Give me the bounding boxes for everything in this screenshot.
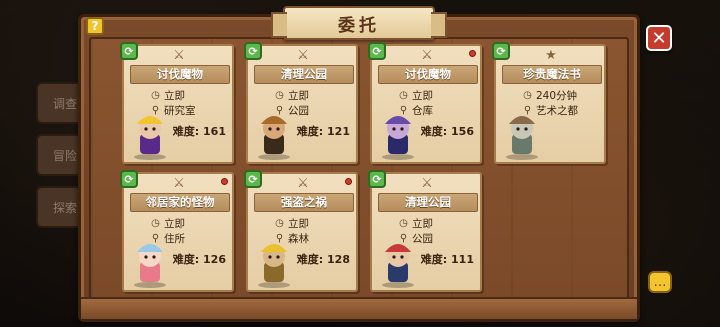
- difficulty-value: 111: [451, 253, 474, 266]
- difficulty-value: 128: [327, 253, 350, 266]
- time-value: 立即: [164, 218, 185, 230]
- commission-name: 珍贵魔法书: [502, 65, 602, 84]
- difficulty-label: 难度:: [420, 125, 448, 138]
- clock-icon: ◷: [151, 218, 160, 229]
- difficulty: 难度: 121: [297, 123, 350, 139]
- commission-time: ◷ 立即: [398, 216, 433, 231]
- page-title: 委托: [338, 15, 380, 36]
- commission-time: ◷ 立即: [150, 216, 185, 231]
- refresh-icon[interactable]: ⟳: [244, 42, 262, 60]
- difficulty-value: 121: [327, 125, 350, 138]
- time-value: 立即: [412, 90, 433, 102]
- help-icon: ?: [91, 19, 99, 33]
- refresh-icon[interactable]: ⟳: [244, 170, 262, 188]
- new-indicator-dot: [221, 178, 228, 185]
- difficulty-label: 难度:: [420, 253, 448, 266]
- difficulty: 难度: 128: [297, 251, 350, 267]
- crossed-swords-icon: ⚔: [173, 176, 185, 191]
- commission-card[interactable]: ⟳ ⚔ 清理公园 ◷ 立即 ⚲ 公园 难度: 111: [368, 170, 482, 292]
- side-tab-label: 探索: [52, 200, 77, 215]
- character-portrait: [382, 244, 414, 288]
- time-value: 立即: [288, 218, 309, 230]
- clock-icon: ◷: [151, 90, 160, 101]
- refresh-icon[interactable]: ⟳: [492, 42, 510, 60]
- commission-card[interactable]: ⟳ ⚔ 清理公园 ◷ 立即 ⚲ 公园 难度: 121: [244, 42, 358, 164]
- character-portrait: [258, 116, 290, 160]
- side-tab-label: 调查: [52, 96, 77, 111]
- commission-name: 讨伐魔物: [378, 65, 478, 84]
- time-value: 立即: [164, 90, 185, 102]
- difficulty-label: 难度:: [296, 253, 324, 266]
- clock-icon: ◷: [275, 90, 284, 101]
- clock-icon: ◷: [523, 90, 532, 101]
- refresh-icon[interactable]: ⟳: [368, 42, 386, 60]
- close-button[interactable]: ✕: [646, 25, 672, 51]
- new-indicator-dot: [469, 50, 476, 57]
- difficulty-value: 126: [203, 253, 226, 266]
- difficulty: 难度: 156: [421, 123, 474, 139]
- star-scroll-icon: ★: [545, 48, 557, 63]
- difficulty-label: 难度:: [172, 125, 200, 138]
- character-portrait: [382, 116, 414, 160]
- refresh-icon[interactable]: ⟳: [120, 170, 138, 188]
- time-value: 立即: [288, 90, 309, 102]
- side-tab-label: 冒险: [52, 148, 77, 163]
- commission-time: ◷ 立即: [274, 88, 309, 103]
- difficulty: 难度: 161: [173, 123, 226, 139]
- help-button[interactable]: ?: [86, 17, 104, 35]
- clock-icon: ◷: [399, 218, 408, 229]
- board-bottom-ledge: [81, 297, 637, 319]
- crossed-swords-icon: ⚔: [173, 48, 185, 63]
- commission-time: ◷ 立即: [398, 88, 433, 103]
- commission-time: ◷ 240分钟: [522, 88, 577, 103]
- commission-time: ◷ 立即: [150, 88, 185, 103]
- character-portrait: [134, 244, 166, 288]
- difficulty-label: 难度:: [172, 253, 200, 266]
- commission-card[interactable]: ⟳ ⚔ 讨伐魔物 ◷ 立即 ⚲ 仓库 难度: 156: [368, 42, 482, 164]
- crossed-swords-icon: ⚔: [297, 48, 309, 63]
- title-banner: 委托: [271, 6, 447, 40]
- time-value: 立即: [412, 218, 433, 230]
- character-portrait: [258, 244, 290, 288]
- difficulty-value: 161: [203, 125, 226, 138]
- commission-name: 邻居家的怪物: [130, 193, 230, 212]
- difficulty-label: 难度:: [296, 125, 324, 138]
- commission-time: ◷ 立即: [274, 216, 309, 231]
- crossed-swords-icon: ⚔: [297, 176, 309, 191]
- commission-card[interactable]: ⟳ ⚔ 强盗之祸 ◷ 立即 ⚲ 森林 难度: 128: [244, 170, 358, 292]
- chat-button[interactable]: …: [648, 271, 672, 293]
- commission-name: 清理公园: [378, 193, 478, 212]
- commission-card[interactable]: ⟳ ⚔ 邻居家的怪物 ◷ 立即 ⚲ 住所 难度: 126: [120, 170, 234, 292]
- crossed-swords-icon: ⚔: [421, 48, 433, 63]
- difficulty-value: 156: [451, 125, 474, 138]
- clock-icon: ◷: [399, 90, 408, 101]
- character-portrait: [506, 116, 538, 160]
- difficulty: 难度: 126: [173, 251, 226, 267]
- chat-bubble-icon: …: [653, 274, 667, 290]
- refresh-icon[interactable]: ⟳: [368, 170, 386, 188]
- crossed-swords-icon: ⚔: [421, 176, 433, 191]
- clock-icon: ◷: [275, 218, 284, 229]
- character-portrait: [134, 116, 166, 160]
- commission-name: 清理公园: [254, 65, 354, 84]
- difficulty: 难度: 111: [421, 251, 474, 267]
- commission-card[interactable]: ⟳ ⚔ 讨伐魔物 ◷ 立即 ⚲ 研究室 难度: 161: [120, 42, 234, 164]
- time-value: 240分钟: [536, 90, 578, 102]
- commission-card[interactable]: ⟳ ★ 珍贵魔法书 ◷ 240分钟 ⚲ 艺术之都: [492, 42, 606, 164]
- commission-name: 强盗之祸: [254, 193, 354, 212]
- close-icon: ✕: [651, 27, 667, 49]
- refresh-icon[interactable]: ⟳: [120, 42, 138, 60]
- new-indicator-dot: [345, 178, 352, 185]
- commission-name: 讨伐魔物: [130, 65, 230, 84]
